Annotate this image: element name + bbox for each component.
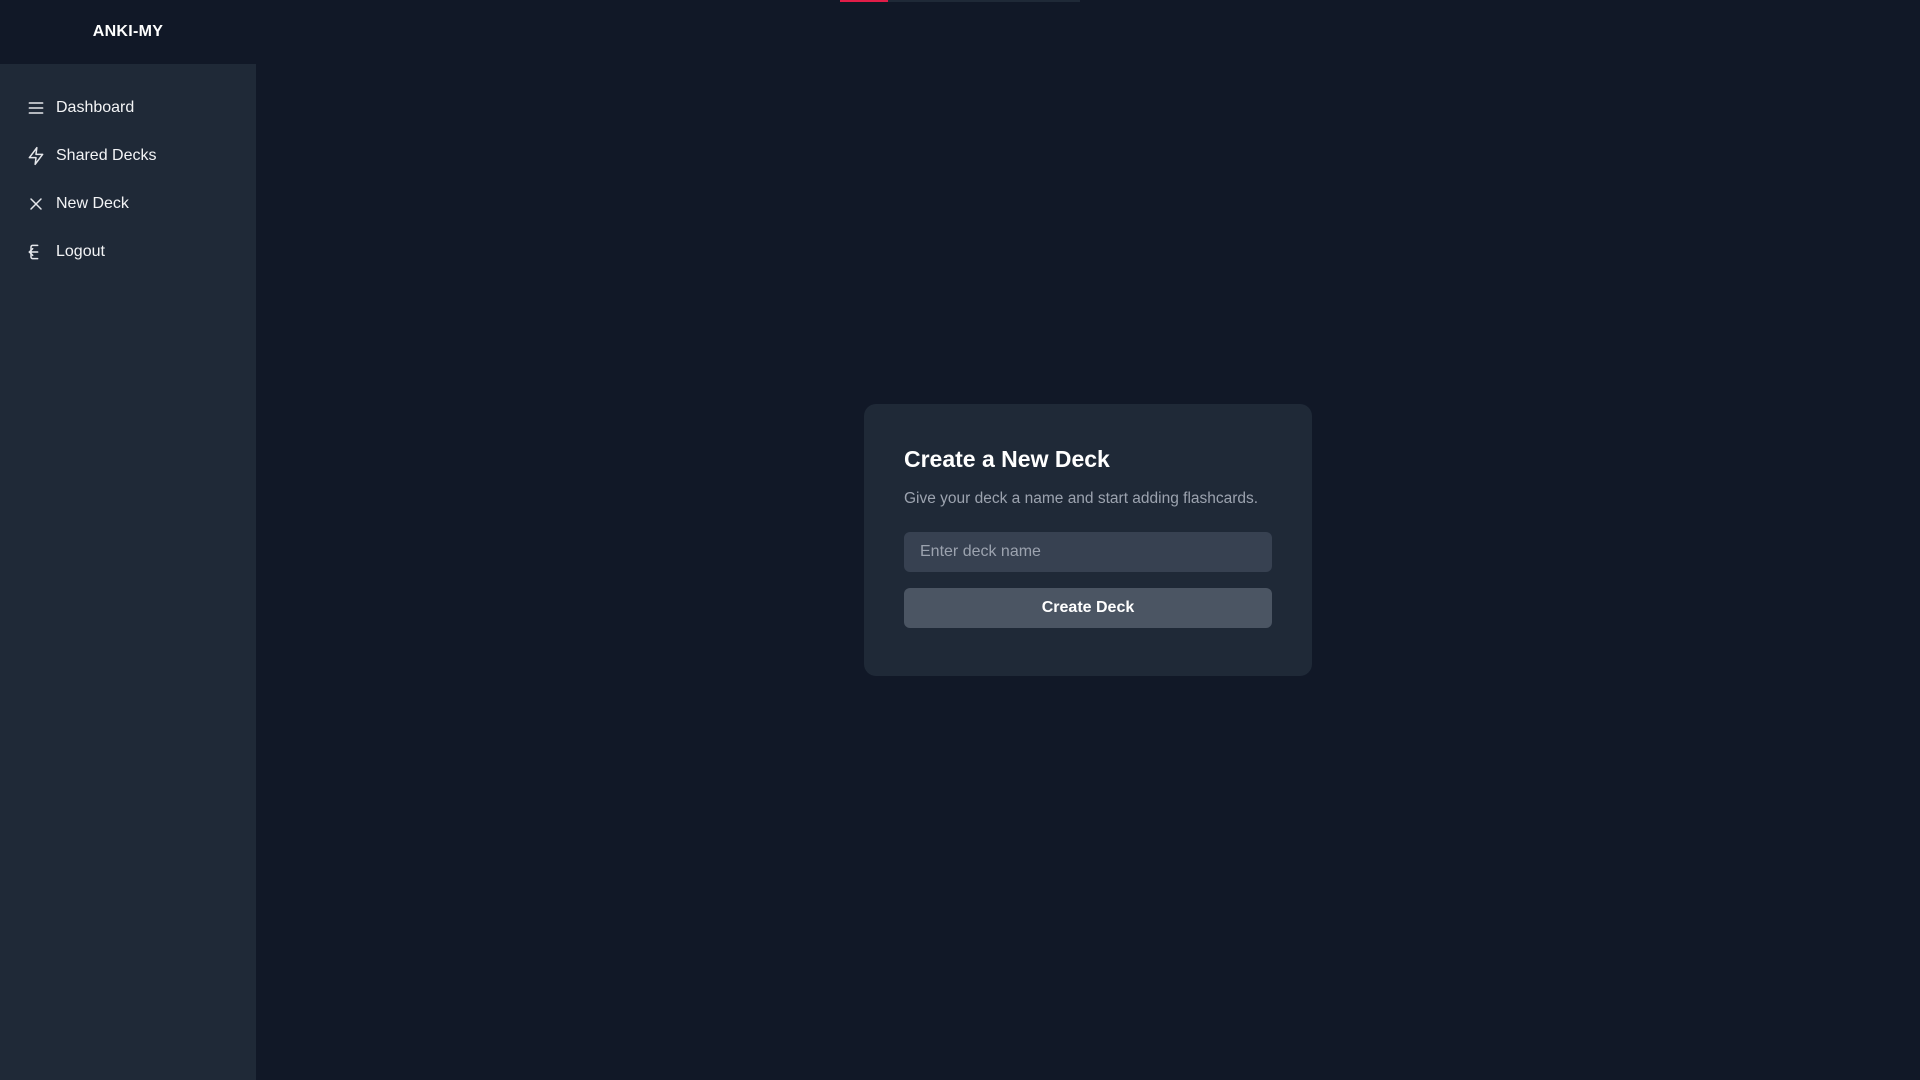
sidebar-item-dashboard[interactable]: Dashboard (0, 84, 256, 132)
sidebar-item-new-deck[interactable]: New Deck (0, 180, 256, 228)
card-title: Create a New Deck (904, 446, 1110, 472)
app-root: ANKI-MY Dashboard Shared Decks New Deck … (0, 0, 1920, 1080)
card-subtitle: Give your deck a name and start adding f… (904, 490, 1259, 507)
close-icon (26, 194, 46, 214)
app-logo-text[interactable]: ANKI-MY (93, 23, 164, 41)
sidebar: Dashboard Shared Decks New Deck Logout (0, 64, 256, 1080)
logout-icon (26, 242, 46, 262)
create-deck-button[interactable]: Create Deck (904, 588, 1272, 628)
sidebar-item-label: New Deck (56, 195, 129, 212)
lightning-icon (26, 146, 46, 166)
sidebar-item-shared-decks[interactable]: Shared Decks (0, 132, 256, 180)
loading-progress-fill (840, 0, 888, 2)
sidebar-item-logout[interactable]: Logout (0, 228, 256, 276)
sidebar-item-label: Dashboard (56, 99, 135, 116)
create-deck-card: Create a New Deck Give your deck a name … (864, 404, 1312, 676)
brand-bar: ANKI-MY (0, 0, 256, 64)
menu-icon (26, 98, 46, 118)
sidebar-item-label: Logout (56, 243, 105, 260)
deck-name-input[interactable] (904, 532, 1272, 572)
loading-progress-bar (840, 0, 1080, 2)
sidebar-item-label: Shared Decks (56, 147, 157, 164)
